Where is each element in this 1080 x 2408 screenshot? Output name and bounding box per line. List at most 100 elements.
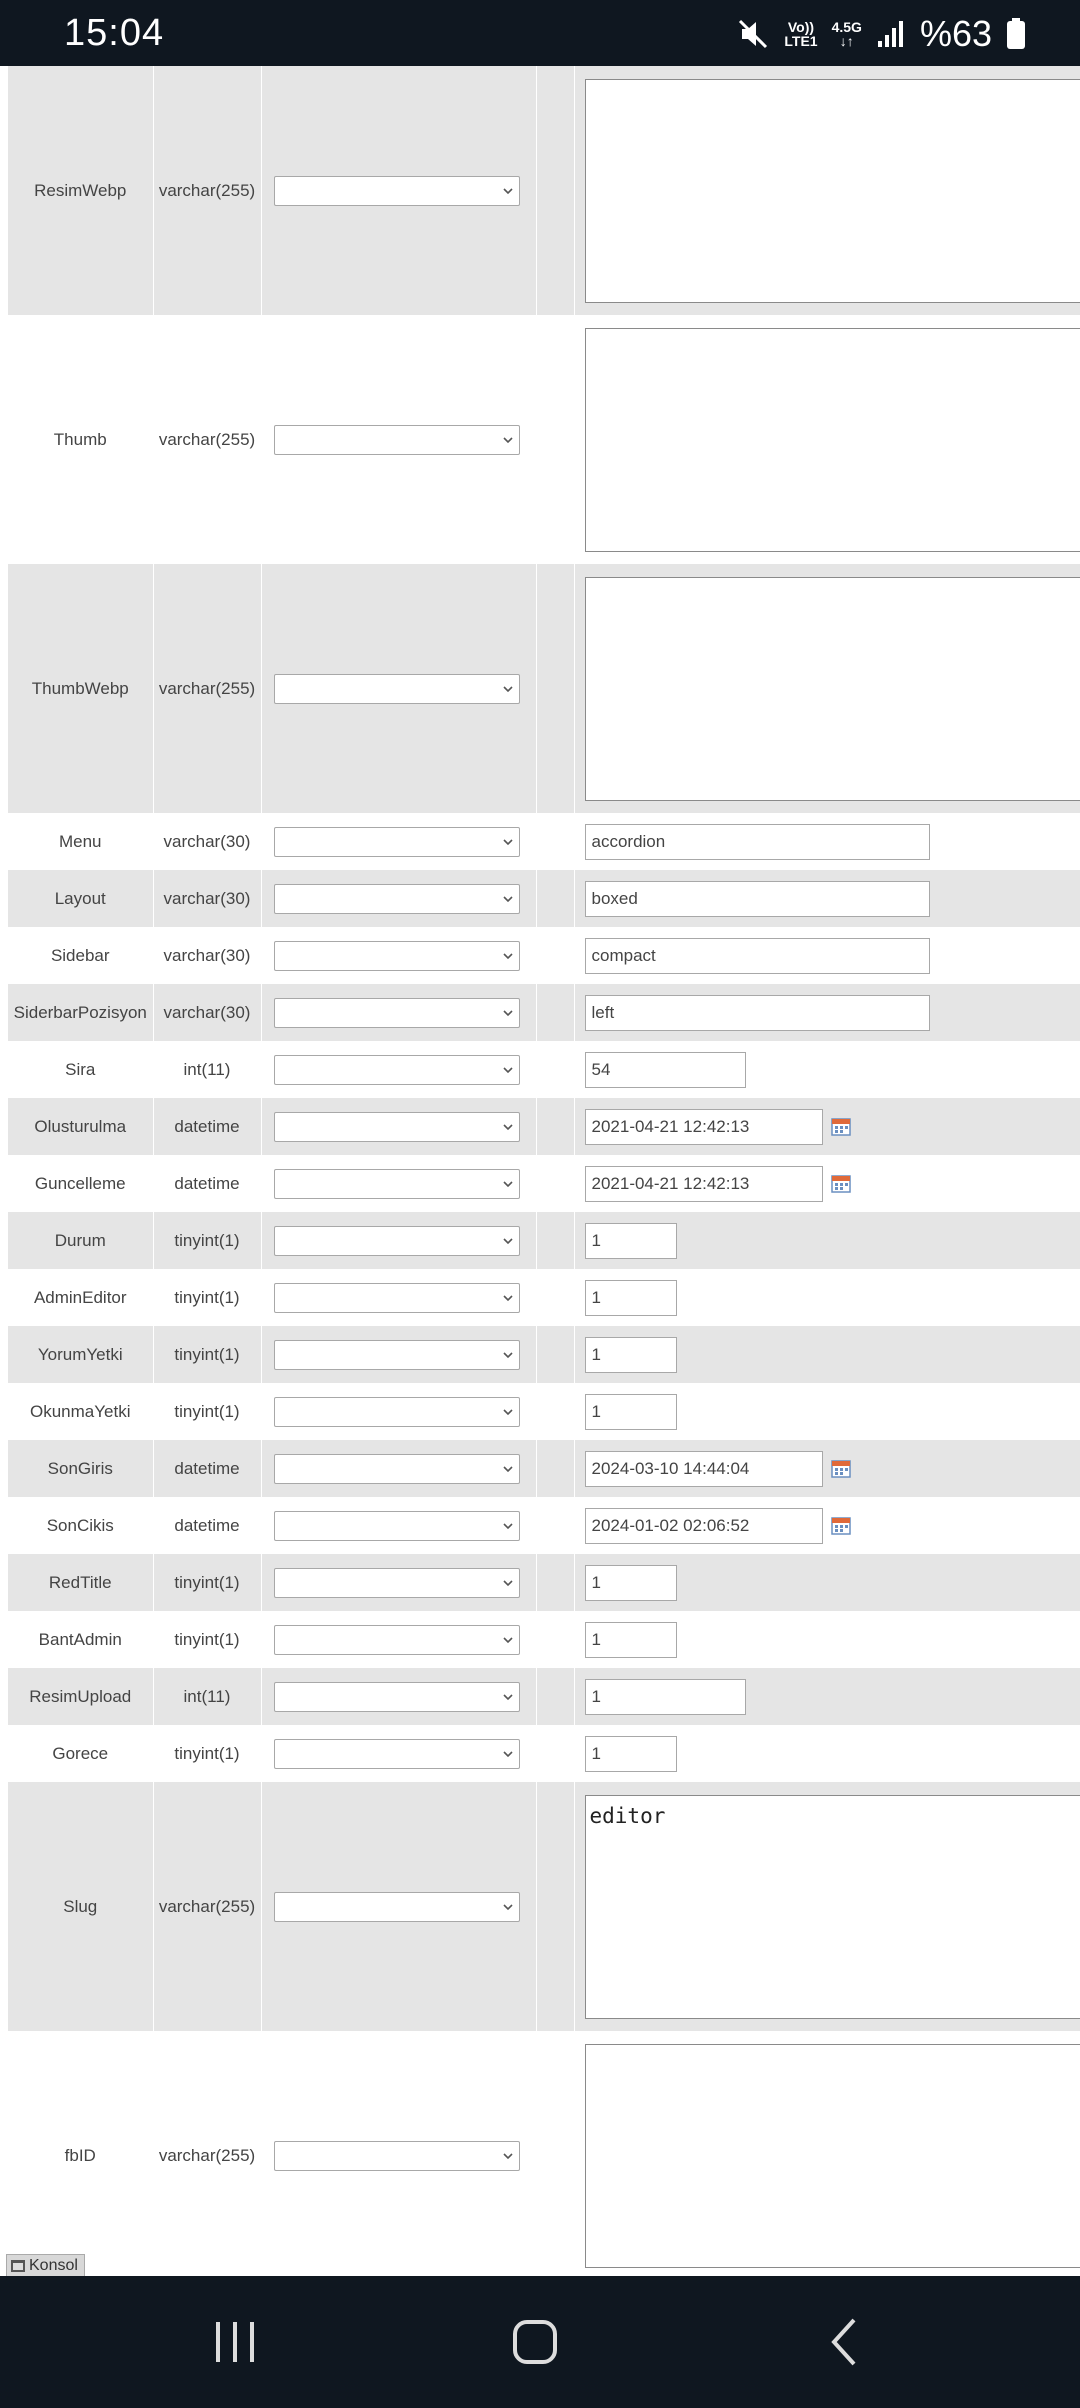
function-cell — [261, 66, 537, 315]
recent-apps-icon[interactable] — [210, 2312, 260, 2372]
field-type: tinyint(1) — [153, 1212, 262, 1269]
value-cell: 1 — [574, 1269, 1080, 1326]
function-select[interactable] — [273, 2140, 520, 2171]
function-select[interactable] — [273, 826, 520, 857]
insert-form: ResimWebp varchar(255) Thumb varchar(255) Th… — [0, 66, 1080, 2276]
value-textarea[interactable] — [584, 327, 1080, 552]
value-cell — [574, 564, 1080, 813]
status-bar: 15:04 Vo)) LTE1 4.5G ↓↑ %63 — [0, 0, 1080, 66]
function-select[interactable] — [273, 1567, 520, 1598]
value-cell: 1 — [574, 1668, 1080, 1725]
field-name: BantAdmin — [8, 1611, 154, 1668]
function-select[interactable] — [273, 1738, 520, 1769]
field-type: tinyint(1) — [153, 1611, 262, 1668]
function-select[interactable] — [273, 997, 520, 1028]
field-type: varchar(255) — [153, 2031, 262, 2276]
calendar-icon[interactable] — [830, 1459, 851, 1479]
function-select[interactable] — [273, 1681, 520, 1712]
function-select[interactable] — [273, 1054, 520, 1085]
function-select[interactable] — [273, 1339, 520, 1370]
value-input[interactable]: left — [584, 994, 930, 1031]
datetime-input[interactable]: 2024-03-10 14:44:04 — [584, 1450, 823, 1487]
function-select[interactable] — [273, 673, 520, 704]
status-time: 15:04 — [64, 12, 165, 54]
field-type: varchar(30) — [153, 813, 262, 870]
function-cell — [261, 813, 537, 870]
field-name: AdminEditor — [8, 1269, 154, 1326]
value-input[interactable]: accordion — [584, 823, 930, 860]
function-select[interactable] — [273, 1396, 520, 1427]
function-select[interactable] — [273, 1624, 520, 1655]
field-name: Olusturulma — [8, 1098, 154, 1155]
value-textarea[interactable] — [584, 78, 1080, 303]
field-row-layout: Layout varchar(30) boxed — [8, 870, 1080, 927]
value-cell: 2021-04-21 12:42:13 — [574, 1155, 1080, 1212]
function-cell — [261, 2031, 537, 2276]
value-textarea[interactable] — [584, 2043, 1080, 2268]
function-cell — [261, 1212, 537, 1269]
value-input[interactable]: 1 — [584, 1279, 677, 1316]
function-select[interactable] — [273, 940, 520, 971]
value-textarea[interactable]: editor — [584, 1794, 1080, 2019]
function-cell — [261, 927, 537, 984]
value-cell: compact — [574, 927, 1080, 984]
value-input[interactable]: compact — [584, 937, 930, 974]
field-name: Durum — [8, 1212, 154, 1269]
home-icon[interactable] — [510, 2312, 560, 2372]
value-input[interactable]: 1 — [584, 1678, 746, 1715]
function-cell — [261, 1497, 537, 1554]
calendar-icon[interactable] — [830, 1174, 851, 1194]
chevron-down-icon — [502, 895, 513, 902]
field-type: tinyint(1) — [153, 1554, 262, 1611]
null-cell — [536, 564, 575, 813]
function-select[interactable] — [273, 1168, 520, 1199]
field-type: tinyint(1) — [153, 1725, 262, 1782]
null-cell — [536, 1269, 575, 1326]
field-row-menu: Menu varchar(30) accordion — [8, 813, 1080, 870]
chevron-down-icon — [502, 685, 513, 692]
function-select[interactable] — [273, 1453, 520, 1484]
value-input[interactable]: 54 — [584, 1051, 746, 1088]
chevron-down-icon — [502, 1351, 513, 1358]
field-name: fbID — [8, 2031, 154, 2276]
null-cell — [536, 1725, 575, 1782]
status-icons: Vo)) LTE1 4.5G ↓↑ %63 — [736, 13, 1026, 54]
signal-icon — [877, 21, 903, 47]
function-select[interactable] — [273, 1282, 520, 1313]
value-input[interactable]: 1 — [584, 1393, 677, 1430]
value-cell: 2024-01-02 02:06:52 — [574, 1497, 1080, 1554]
field-name: OkunmaYetki — [8, 1383, 154, 1440]
field-row-gorece: Gorece tinyint(1) 1 — [8, 1725, 1080, 1782]
mute-icon — [739, 19, 768, 49]
function-select[interactable] — [273, 1510, 520, 1541]
back-icon[interactable] — [820, 2312, 870, 2372]
function-select[interactable] — [273, 1891, 520, 1922]
value-input[interactable]: 1 — [584, 1564, 677, 1601]
function-cell — [261, 984, 537, 1041]
function-select[interactable] — [273, 424, 520, 455]
function-select[interactable] — [273, 175, 520, 206]
function-cell — [261, 1269, 537, 1326]
value-input[interactable]: 1 — [584, 1621, 677, 1658]
null-cell — [536, 1611, 575, 1668]
console-icon — [11, 2260, 25, 2272]
field-row-yorumyetki: YorumYetki tinyint(1) 1 — [8, 1326, 1080, 1383]
calendar-icon[interactable] — [830, 1516, 851, 1536]
value-input[interactable]: boxed — [584, 880, 930, 917]
value-cell: 54 — [574, 1041, 1080, 1098]
null-cell — [536, 66, 575, 315]
value-input[interactable]: 1 — [584, 1222, 677, 1259]
console-toggle[interactable]: Konsol — [6, 2254, 85, 2278]
value-input[interactable]: 1 — [584, 1735, 677, 1772]
value-textarea[interactable] — [584, 576, 1080, 801]
datetime-input[interactable]: 2024-01-02 02:06:52 — [584, 1507, 823, 1544]
datetime-input[interactable]: 2021-04-21 12:42:13 — [584, 1165, 823, 1202]
value-cell: boxed — [574, 870, 1080, 927]
function-select[interactable] — [273, 1225, 520, 1256]
field-row-thumbwebp: ThumbWebp varchar(255) — [8, 564, 1080, 813]
value-input[interactable]: 1 — [584, 1336, 677, 1373]
datetime-input[interactable]: 2021-04-21 12:42:13 — [584, 1108, 823, 1145]
calendar-icon[interactable] — [830, 1117, 851, 1137]
function-select[interactable] — [273, 1111, 520, 1142]
function-select[interactable] — [273, 883, 520, 914]
